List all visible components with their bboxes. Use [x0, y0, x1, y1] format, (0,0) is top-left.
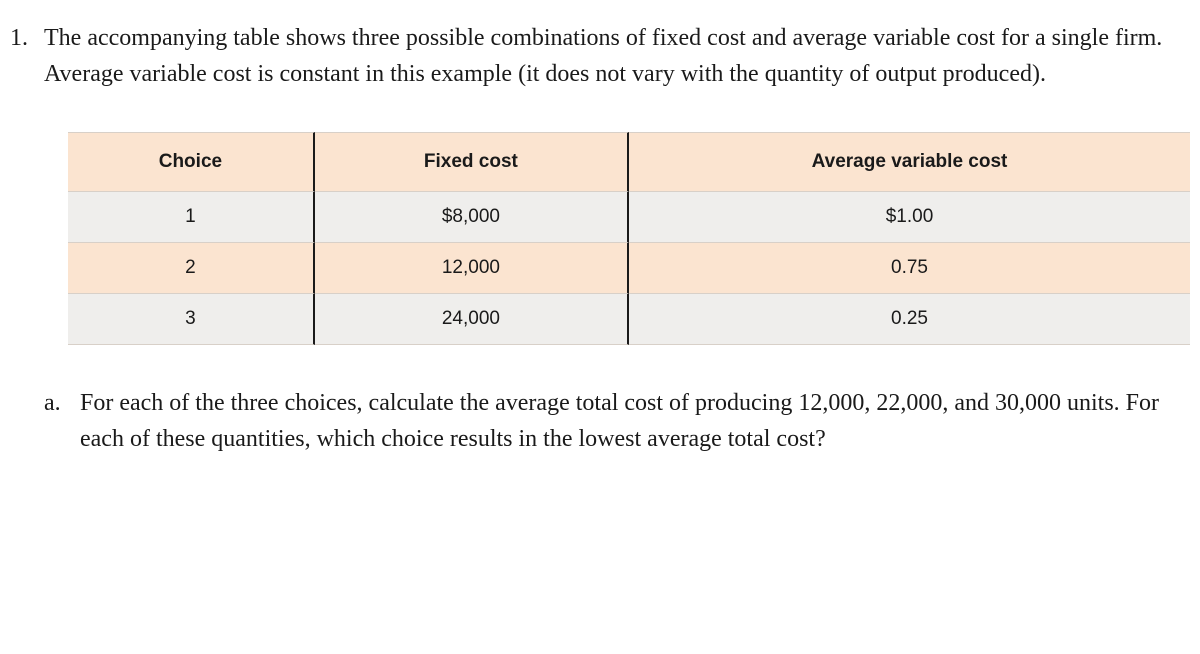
table-row: 3 24,000 0.25	[68, 294, 1190, 345]
cell-avc: $1.00	[629, 192, 1190, 243]
question-body: The accompanying table shows three possi…	[44, 20, 1190, 457]
cell-choice: 1	[68, 192, 315, 243]
sub-question-block: a. For each of the three choices, calcul…	[44, 385, 1190, 457]
question-number: 1.	[10, 20, 32, 56]
header-avc: Average variable cost	[629, 132, 1190, 192]
sub-question-text: For each of the three choices, calculate…	[80, 385, 1190, 457]
sub-question-letter: a.	[44, 385, 68, 421]
cell-avc: 0.25	[629, 294, 1190, 345]
table-header-row: Choice Fixed cost Average variable cost	[68, 132, 1190, 192]
question-block: 1. The accompanying table shows three po…	[10, 20, 1190, 457]
cell-avc: 0.75	[629, 243, 1190, 294]
table-row: 1 $8,000 $1.00	[68, 192, 1190, 243]
cell-choice: 3	[68, 294, 315, 345]
header-fixed-cost: Fixed cost	[315, 132, 629, 192]
table-row: 2 12,000 0.75	[68, 243, 1190, 294]
cost-table: Choice Fixed cost Average variable cost …	[68, 132, 1190, 345]
cell-fixed-cost: $8,000	[315, 192, 629, 243]
cell-fixed-cost: 12,000	[315, 243, 629, 294]
cell-fixed-cost: 24,000	[315, 294, 629, 345]
cell-choice: 2	[68, 243, 315, 294]
question-text: The accompanying table shows three possi…	[44, 20, 1190, 92]
header-choice: Choice	[68, 132, 315, 192]
